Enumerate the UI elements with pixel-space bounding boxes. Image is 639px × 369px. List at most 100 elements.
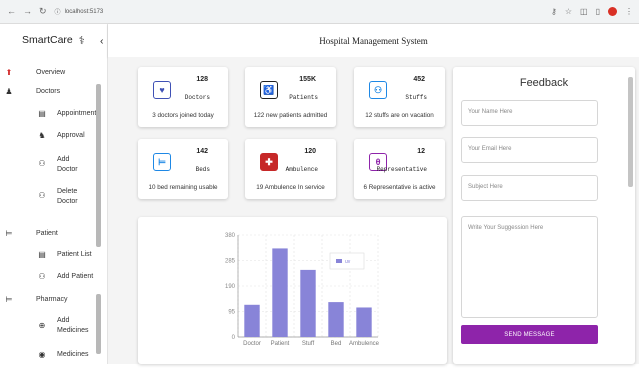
bed-icon: ⊨ bbox=[153, 153, 171, 171]
send-message-button[interactable]: SEND MESSAGE bbox=[461, 325, 598, 344]
key-icon[interactable]: ⚷ bbox=[551, 7, 557, 16]
sidepanel-icon[interactable]: ▯ bbox=[596, 7, 600, 16]
stat-value: 128 bbox=[196, 76, 208, 83]
sidebar: SmartCare ⚕ ‹ ⬆ Overview ♟ Doctors ▤ App… bbox=[0, 24, 108, 364]
x-tick-label: Bed bbox=[331, 341, 342, 347]
y-tick-label: 95 bbox=[228, 310, 235, 316]
sidebar-item-overview[interactable]: ⬆ Overview bbox=[4, 68, 66, 77]
legend-label: uv bbox=[345, 259, 351, 265]
stat-value: 142 bbox=[196, 148, 208, 155]
y-tick-label: 0 bbox=[232, 335, 236, 341]
sidebar-item-add-doctor[interactable]: ⚇ Add Doctor bbox=[37, 155, 87, 175]
profile-icon[interactable] bbox=[608, 7, 617, 16]
sidebar-item-add-patient[interactable]: ⚇ Add Patient bbox=[37, 272, 93, 281]
stat-value: 12 bbox=[417, 148, 425, 155]
sidebar-item-medicines[interactable]: ◉ Medicines bbox=[37, 350, 89, 359]
name-placeholder: Your Name Here bbox=[468, 109, 513, 115]
subject-placeholder: Subject Here bbox=[468, 184, 503, 190]
chart-card: 0 95 190 285 380 Doctor Patient Stuff Bed Ambulen… bbox=[138, 217, 447, 364]
collapse-icon[interactable]: ‹ bbox=[100, 35, 104, 47]
list-icon: ▤ bbox=[38, 250, 46, 259]
stat-label: Stuffs bbox=[405, 94, 427, 101]
reload-icon[interactable]: ↻ bbox=[39, 6, 47, 17]
feedback-form: Feedback Your Name Here Your Email Here … bbox=[453, 67, 635, 364]
stat-card-representative[interactable]: θ 12 Representative 6 Representative is … bbox=[354, 139, 445, 199]
stat-label: Beds bbox=[195, 166, 210, 173]
sidebar-item-approval[interactable]: ♞ Approval bbox=[37, 131, 84, 140]
page-header: Hospital Management System bbox=[108, 24, 639, 57]
legend-swatch bbox=[336, 259, 342, 263]
person-add-icon: ⚇ bbox=[38, 159, 46, 168]
ambulance-icon: ✚ bbox=[260, 153, 278, 171]
brand: SmartCare ⚕ bbox=[0, 24, 107, 56]
extension-icon[interactable]: ◫ bbox=[580, 7, 588, 16]
feedback-title: Feedback bbox=[519, 77, 569, 89]
main-content: ♥ 128 Doctors 3 doctors joined today ♿ 1… bbox=[108, 57, 639, 364]
sidebar-item-delete-doctor[interactable]: ⚇ Delete Doctor bbox=[37, 187, 87, 207]
sidebar-item-label: Add Doctor bbox=[57, 156, 78, 173]
plus-box-icon: ⊕ bbox=[38, 321, 46, 330]
sidebar-item-pharmacy[interactable]: ⊨ Pharmacy bbox=[4, 295, 68, 304]
sidebar-item-label: Delete Doctor bbox=[57, 188, 78, 205]
info-icon[interactable]: ⓘ bbox=[55, 7, 61, 16]
bed-icon: ⊨ bbox=[5, 295, 13, 304]
stat-subtext: 122 new patients admitted bbox=[253, 112, 328, 119]
x-tick-label: Doctor bbox=[243, 341, 261, 347]
stat-subtext: 3 doctors joined today bbox=[152, 112, 214, 119]
subject-field[interactable]: Subject Here bbox=[461, 175, 598, 201]
stat-card-patients[interactable]: ♿ 155K Patients 122 new patients admitte… bbox=[245, 67, 336, 127]
pill-icon: ◉ bbox=[38, 350, 46, 359]
url-text[interactable]: localhost:5173 bbox=[65, 9, 104, 15]
stat-subtext: 6 Representative is active bbox=[363, 184, 436, 191]
person-remove-icon: ⚇ bbox=[38, 191, 46, 200]
stat-card-doctors[interactable]: ♥ 128 Doctors 3 doctors joined today bbox=[138, 67, 228, 127]
sidebar-item-label: Patient bbox=[36, 230, 58, 237]
star-icon[interactable]: ☆ bbox=[565, 7, 572, 16]
stat-subtext: 12 stuffs are on vacation bbox=[365, 112, 434, 119]
browser-nav: ← → ↻ bbox=[7, 6, 47, 17]
bar-chart: 0 95 190 285 380 Doctor Patient Stuff Bed Ambulen… bbox=[225, 233, 380, 347]
sidebar-item-add-medicines[interactable]: ⊕ Add Medicines bbox=[37, 316, 91, 336]
bar-doctor bbox=[244, 304, 260, 337]
sidebar-item-label: Medicines bbox=[57, 351, 89, 358]
bar-ambulence bbox=[356, 307, 372, 337]
stat-card-ambulence[interactable]: ✚ 120 Ambulence 19 Ambulence In service bbox=[245, 139, 336, 199]
y-tick-label: 380 bbox=[225, 233, 236, 239]
sidebar-item-label: Overview bbox=[36, 69, 66, 76]
brand-name: SmartCare bbox=[22, 34, 73, 46]
address-bar[interactable]: ⓘ localhost:5173 bbox=[55, 7, 104, 17]
sidebar-item-label: Add Medicines bbox=[57, 317, 89, 334]
sidebar-item-doctors[interactable]: ♟ Doctors bbox=[4, 87, 60, 96]
menu-icon[interactable]: ⋮ bbox=[625, 7, 633, 16]
wheelchair-icon: ♿ bbox=[260, 81, 278, 99]
message-field[interactable]: Write Your Suggession Here bbox=[461, 216, 598, 318]
users-icon: ♞ bbox=[38, 131, 46, 140]
page-title: Hospital Management System bbox=[319, 35, 428, 46]
back-icon[interactable]: ← bbox=[7, 6, 16, 17]
bar-patient bbox=[272, 248, 288, 337]
calendar-icon: ▤ bbox=[38, 109, 46, 118]
stat-subtext: 19 Ambulence In service bbox=[256, 184, 325, 191]
email-field[interactable]: Your Email Here bbox=[461, 137, 598, 163]
x-tick-label: Stuff bbox=[302, 341, 315, 347]
sidebar-item-patient[interactable]: ⊨ Patient bbox=[4, 229, 58, 238]
stat-card-stuffs[interactable]: ⚇ 452 Stuffs 12 stuffs are on vacation bbox=[354, 67, 445, 127]
bed-icon: ⊨ bbox=[5, 229, 13, 238]
sidebar-item-label: Patient List bbox=[57, 251, 92, 258]
sidebar-scrollbar-lower[interactable] bbox=[96, 294, 101, 354]
heart-shield-icon: ♥ bbox=[153, 81, 171, 99]
group-icon: ⚇ bbox=[369, 81, 387, 99]
stat-card-beds[interactable]: ⊨ 142 Beds 10 bed remaining usable bbox=[138, 139, 228, 199]
sidebar-item-appointment[interactable]: ▤ Appointment bbox=[37, 109, 96, 118]
bar-bed bbox=[328, 302, 344, 337]
sidebar-scrollbar[interactable] bbox=[96, 84, 101, 247]
page-scrollbar[interactable] bbox=[628, 77, 633, 187]
stat-label: Doctors bbox=[184, 94, 210, 101]
x-tick-label: Patient bbox=[271, 341, 290, 347]
doctor-icon: ♟ bbox=[5, 87, 13, 96]
stat-value: 452 bbox=[413, 76, 425, 83]
forward-icon[interactable]: → bbox=[23, 6, 32, 17]
sidebar-item-patient-list[interactable]: ▤ Patient List bbox=[37, 250, 92, 259]
x-tick-label: Ambulence bbox=[349, 341, 380, 347]
name-field[interactable]: Your Name Here bbox=[461, 100, 598, 126]
